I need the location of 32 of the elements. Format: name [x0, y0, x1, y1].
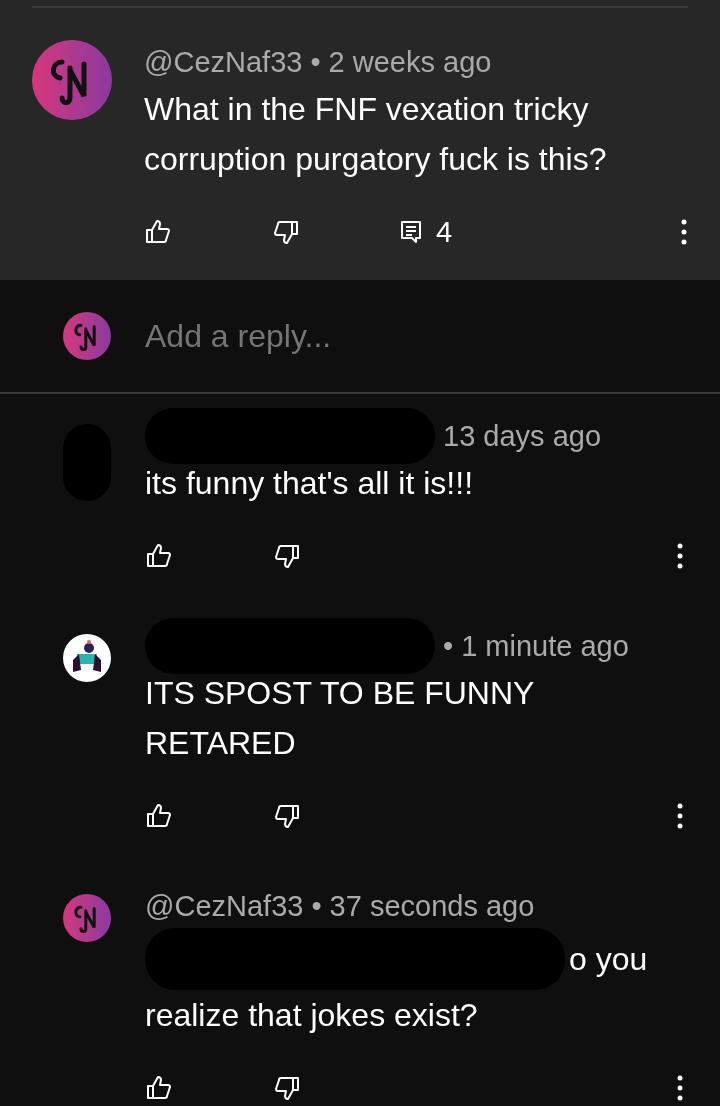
thumbs-up-icon[interactable] — [145, 802, 173, 830]
thumbs-down-icon[interactable] — [273, 542, 301, 570]
timestamp: 37 seconds ago — [329, 889, 535, 923]
comment-text: corruption purgatory fuck is this? — [144, 140, 607, 179]
comment-text: What in the FNF vexation tricky — [144, 90, 589, 129]
thumbs-down-icon[interactable] — [273, 1074, 301, 1102]
comment-text: realize that jokes exist? — [145, 996, 478, 1035]
comment-text: its funny that's all it is!!! — [145, 464, 473, 503]
thumbs-up-icon[interactable] — [144, 218, 172, 246]
author-name[interactable]: @CezNaf33 — [144, 45, 303, 79]
separator: • — [310, 45, 321, 79]
thumbs-up-icon[interactable] — [145, 542, 173, 570]
avatar[interactable] — [63, 634, 111, 682]
more-icon[interactable] — [676, 542, 684, 570]
timestamp: 13 days ago — [443, 419, 601, 453]
thumbs-up-icon[interactable] — [145, 1074, 173, 1102]
author-name[interactable]: @CezNaf33 — [145, 889, 304, 923]
comment-text: o you — [569, 940, 648, 979]
comment-text: RETARED — [145, 724, 296, 763]
reply-count[interactable]: 4 — [436, 215, 453, 249]
timestamp: 2 weeks ago — [328, 45, 492, 79]
more-icon[interactable] — [676, 802, 684, 830]
comment-text: ITS SPOST TO BE FUNNY — [145, 674, 535, 713]
more-icon[interactable] — [680, 218, 688, 246]
thumbs-down-icon[interactable] — [273, 802, 301, 830]
timestamp: 1 minute ago — [461, 629, 629, 663]
more-icon[interactable] — [676, 1074, 684, 1102]
comment-icon[interactable] — [400, 220, 422, 244]
separator: • — [311, 889, 322, 923]
separator: • — [443, 629, 454, 663]
thumbs-down-icon[interactable] — [272, 218, 300, 246]
reply-field[interactable]: Add a reply... — [143, 316, 567, 356]
